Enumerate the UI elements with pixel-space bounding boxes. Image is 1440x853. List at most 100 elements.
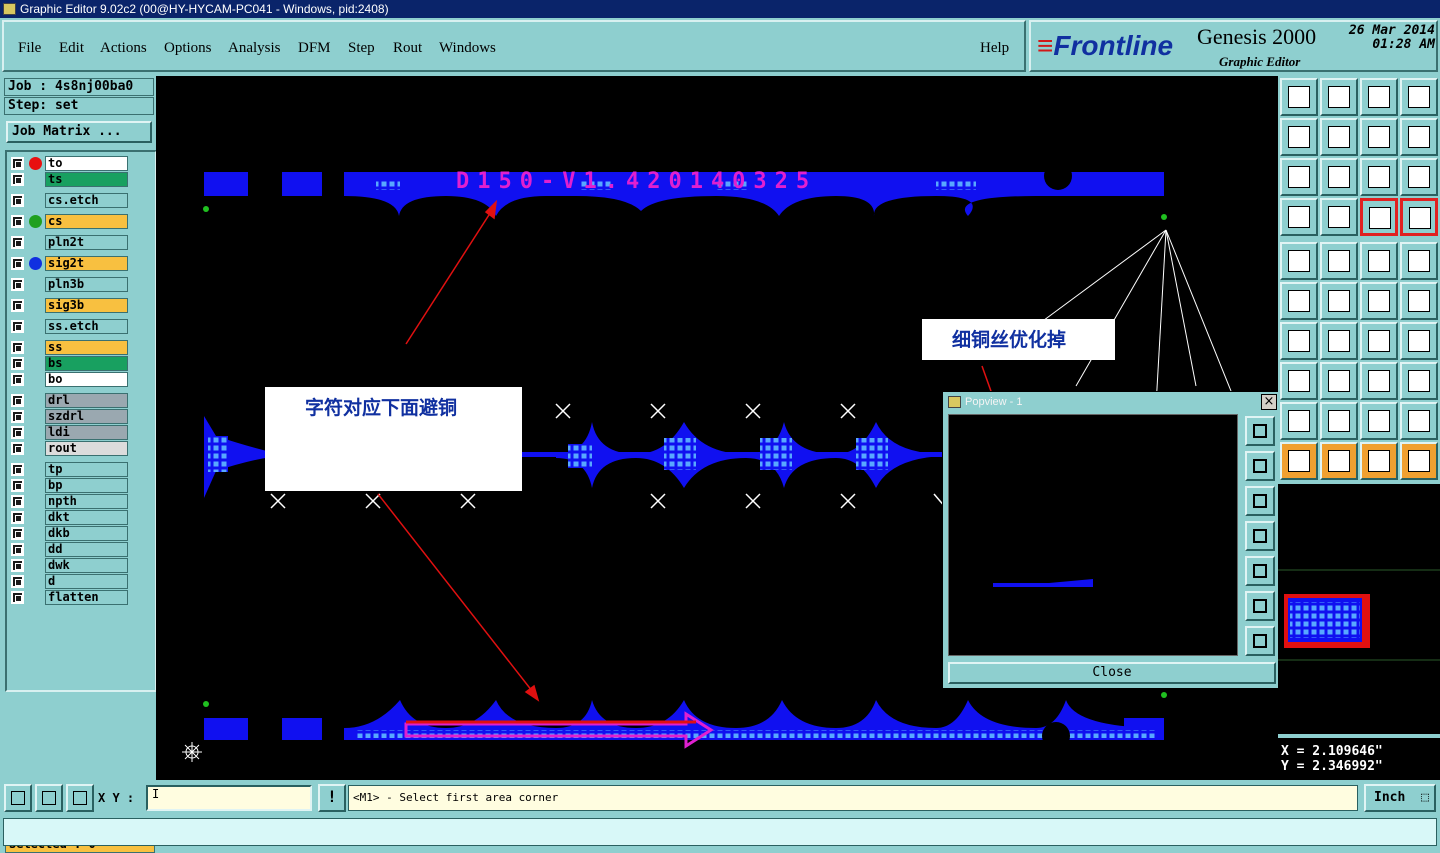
- layer-checkbox[interactable]: [11, 426, 24, 439]
- query-button[interactable]: [1400, 158, 1438, 196]
- layer-row-rout[interactable]: rout: [11, 441, 128, 456]
- add-pad-button[interactable]: [1280, 362, 1318, 400]
- slot-edit-button[interactable]: [1400, 402, 1438, 440]
- layer-name[interactable]: pln3b: [45, 277, 128, 292]
- menu-step[interactable]: Step: [348, 40, 375, 57]
- layer-checkbox[interactable]: [11, 257, 24, 270]
- layer-row-dkt[interactable]: dkt: [11, 510, 128, 525]
- layer-row-ts[interactable]: ts: [11, 172, 128, 187]
- layer-row-pln3b[interactable]: pln3b: [11, 277, 128, 292]
- flip-button[interactable]: [1400, 322, 1438, 360]
- arc-draw-button[interactable]: [1320, 322, 1358, 360]
- layer-name[interactable]: bo: [45, 372, 128, 387]
- select-feature-button[interactable]: [1280, 242, 1318, 280]
- layer-row-cs-etch[interactable]: cs.etch: [11, 193, 128, 208]
- layer-checkbox[interactable]: [11, 215, 24, 228]
- menu-options[interactable]: Options: [164, 40, 212, 57]
- layer-checkbox[interactable]: [11, 479, 24, 492]
- layer-checkbox[interactable]: [11, 173, 24, 186]
- layer-name[interactable]: d: [45, 574, 128, 589]
- pan-right-button[interactable]: [1320, 118, 1358, 156]
- triangle-edit-button[interactable]: [1320, 402, 1358, 440]
- layer-row-to[interactable]: to: [11, 156, 128, 171]
- clip-area-button[interactable]: [1320, 242, 1358, 280]
- layer-checkbox[interactable]: [11, 194, 24, 207]
- layer-name[interactable]: szdrl: [45, 409, 128, 424]
- layer-row-bo[interactable]: bo: [11, 372, 128, 387]
- layer-checkbox[interactable]: [11, 299, 24, 312]
- layer-checkbox[interactable]: [11, 527, 24, 540]
- zoom-fit-button[interactable]: [1280, 158, 1318, 196]
- layer-name[interactable]: flatten: [45, 590, 128, 605]
- snap-button[interactable]: [4, 784, 32, 812]
- menu-dfm[interactable]: DFM: [298, 40, 331, 57]
- layer-name[interactable]: dkt: [45, 510, 128, 525]
- feature-colors-button[interactable]: [1400, 198, 1438, 236]
- layer-row-drl[interactable]: drl: [11, 393, 128, 408]
- display-toggle-button[interactable]: [1400, 118, 1438, 156]
- select-box-button[interactable]: [1320, 442, 1358, 480]
- arch-edit-button[interactable]: [1360, 402, 1398, 440]
- layer-row-flatten[interactable]: flatten: [11, 590, 128, 605]
- layer-name[interactable]: tp: [45, 462, 128, 477]
- split-view-button[interactable]: [1400, 78, 1438, 116]
- layer-name[interactable]: cs.etch: [45, 193, 128, 208]
- copy-button[interactable]: [1360, 282, 1398, 320]
- layer-name[interactable]: to: [45, 156, 128, 171]
- layer-row-dkb[interactable]: dkb: [11, 526, 128, 541]
- surface-button[interactable]: [1360, 362, 1398, 400]
- layer-name[interactable]: ss.etch: [45, 319, 128, 334]
- layer-name[interactable]: dd: [45, 542, 128, 557]
- layer-name[interactable]: ts: [45, 172, 128, 187]
- menu-windows[interactable]: Windows: [439, 40, 496, 57]
- connect-button[interactable]: [1320, 362, 1358, 400]
- layer-checkbox[interactable]: [11, 575, 24, 588]
- layer-row-tp[interactable]: tp: [11, 462, 128, 477]
- layer-name[interactable]: sig2t: [45, 256, 128, 271]
- layer-name[interactable]: cs: [45, 214, 128, 229]
- scale-1-2-button[interactable]: [1360, 158, 1398, 196]
- popview-zoom-out-button[interactable]: [1245, 591, 1275, 621]
- zoom-in-area-button[interactable]: [1320, 78, 1358, 116]
- popview-pan-down-button[interactable]: [1245, 486, 1275, 516]
- popview-close-x[interactable]: ×: [1261, 394, 1277, 410]
- menu-edit[interactable]: Edit: [59, 40, 84, 57]
- popview-close-button[interactable]: Close: [948, 662, 1276, 684]
- popview-zoom-fit-button[interactable]: [1245, 416, 1275, 446]
- redraw-button[interactable]: [1360, 118, 1398, 156]
- popview-zoom-in-button[interactable]: [1245, 626, 1275, 656]
- layer-checkbox[interactable]: [11, 559, 24, 572]
- popview-canvas[interactable]: [948, 414, 1238, 656]
- home-view-button[interactable]: [1360, 78, 1398, 116]
- layer-checkbox[interactable]: [11, 410, 24, 423]
- layer-name[interactable]: drl: [45, 393, 128, 408]
- layer-row-dd[interactable]: dd: [11, 542, 128, 557]
- layer-row-pln2t[interactable]: pln2t: [11, 235, 128, 250]
- job-matrix-button[interactable]: Job Matrix ...: [6, 121, 152, 143]
- layer-row-sig3b[interactable]: sig3b: [11, 298, 128, 313]
- layer-checkbox[interactable]: [11, 341, 24, 354]
- layer-row-d[interactable]: d: [11, 574, 128, 589]
- home-button[interactable]: [1280, 78, 1318, 116]
- layer-checkbox[interactable]: [11, 236, 24, 249]
- layer-name[interactable]: rout: [45, 441, 128, 456]
- select-pointer-button[interactable]: [1360, 442, 1398, 480]
- layer-checkbox[interactable]: [11, 394, 24, 407]
- layer-name[interactable]: ss: [45, 340, 128, 355]
- menu-file[interactable]: File: [18, 40, 41, 57]
- units-selector[interactable]: Inch ⬚: [1364, 784, 1436, 812]
- polygon-button[interactable]: [1280, 402, 1318, 440]
- layer-row-npth[interactable]: npth: [11, 494, 128, 509]
- layer-name[interactable]: dwk: [45, 558, 128, 573]
- layer-name[interactable]: bs: [45, 356, 128, 371]
- menu-analysis[interactable]: Analysis: [228, 40, 281, 57]
- menu-rout[interactable]: Rout: [393, 40, 422, 57]
- filter-button[interactable]: [1400, 242, 1438, 280]
- layer-name[interactable]: sig3b: [45, 298, 128, 313]
- layer-colors-button[interactable]: [1360, 198, 1398, 236]
- layer-row-ldi[interactable]: ldi: [11, 425, 128, 440]
- layer-row-szdrl[interactable]: szdrl: [11, 409, 128, 424]
- layer-row-cs[interactable]: cs: [11, 214, 128, 229]
- layer-checkbox[interactable]: [11, 373, 24, 386]
- layer-name[interactable]: bp: [45, 478, 128, 493]
